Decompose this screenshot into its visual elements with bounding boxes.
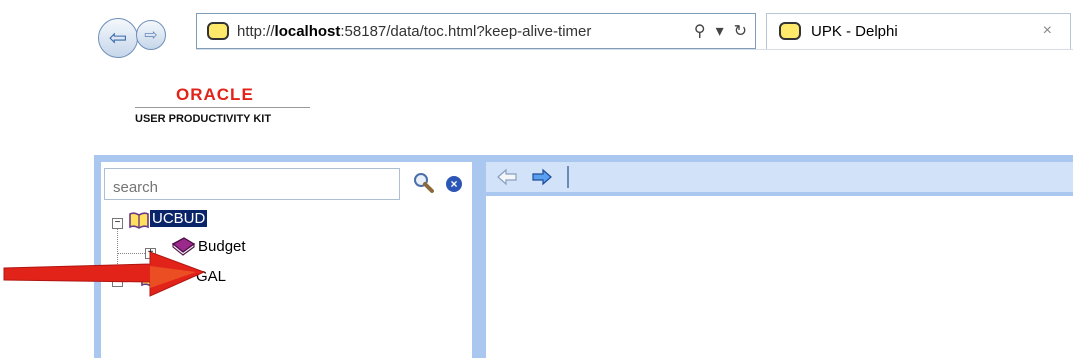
browser-tab[interactable]: UPK - Delphi × [766, 13, 1071, 49]
forward-arrow-icon: ⇨ [144, 27, 158, 44]
search-input[interactable] [104, 168, 400, 200]
toolbar-separator [567, 166, 569, 188]
address-search-icon[interactable]: ⚲ [694, 21, 706, 41]
logo-rule [135, 107, 310, 108]
clear-search-icon[interactable]: × [446, 176, 462, 192]
browser-forward-button[interactable]: ⇨ [136, 20, 166, 50]
browser-back-button[interactable]: ⇦ [98, 18, 138, 58]
address-bar[interactable]: http://localhost:58187/data/toc.html?kee… [196, 13, 756, 49]
tree-node-ucbud[interactable]: UCBUD [150, 210, 208, 227]
toolbar-forward-icon[interactable] [531, 168, 553, 186]
tree-toggle-ucbud[interactable]: − [112, 218, 123, 229]
tab-close-icon[interactable]: × [1043, 22, 1052, 40]
back-arrow-icon: ⇦ [108, 25, 128, 50]
frame-top-border [94, 155, 1073, 162]
address-url: http://localhost:58187/data/toc.html?kee… [237, 23, 592, 40]
frame-splitter[interactable] [472, 155, 486, 358]
toolbar-back-icon[interactable] [496, 168, 518, 186]
chrome-divider [196, 49, 1073, 50]
address-dropdown-icon[interactable]: ▾ [716, 21, 724, 41]
tab-favicon-icon [779, 22, 801, 40]
tab-title: UPK - Delphi [811, 23, 898, 40]
red-annotation-arrow [3, 251, 206, 297]
oracle-logo: ORACLE [176, 85, 254, 104]
content-toolbar [486, 162, 1073, 192]
open-book-icon [129, 212, 149, 229]
product-name: USER PRODUCTIVITY KIT [135, 113, 272, 125]
search-icon[interactable] [413, 172, 435, 194]
favicon-icon [207, 22, 229, 40]
refresh-icon[interactable]: ↻ [734, 21, 747, 41]
toolbar-bottom-border [486, 192, 1073, 196]
